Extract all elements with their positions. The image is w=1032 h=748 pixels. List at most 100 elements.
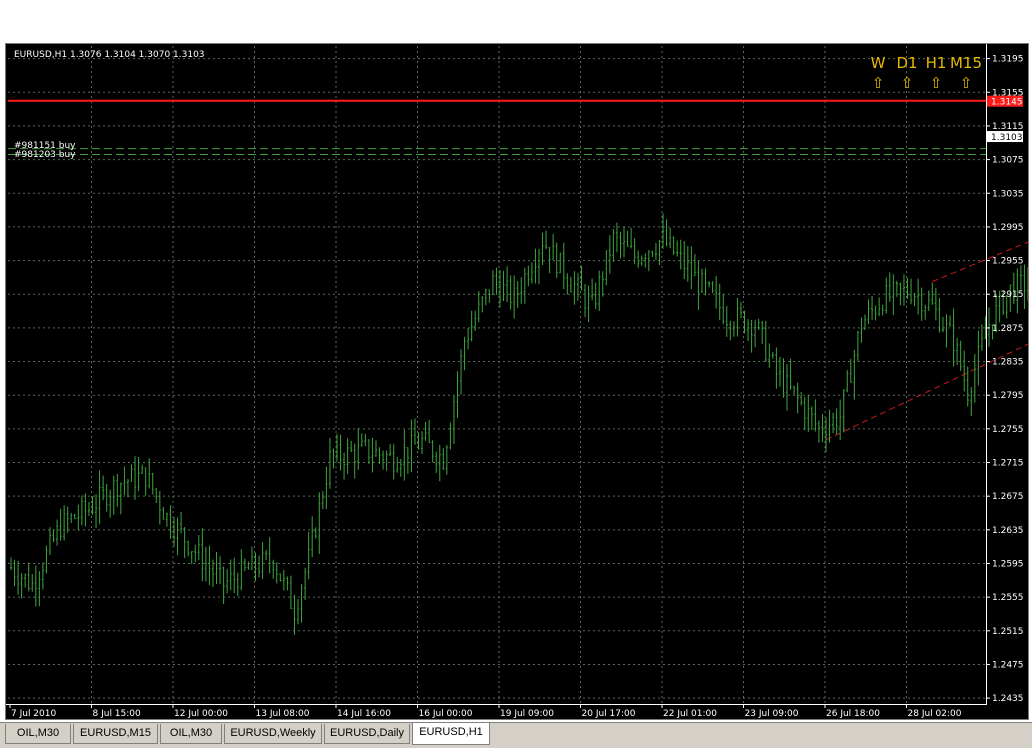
price-tick-label: 1.3075 — [992, 156, 1024, 166]
price-tick-label: 1.2755 — [992, 425, 1024, 435]
candle — [45, 545, 48, 574]
candle — [513, 275, 516, 319]
chart-window[interactable]: 1.31451.31032010.07.29 17:00 1.31951.315… — [5, 43, 1029, 720]
candle — [424, 421, 427, 441]
candle — [573, 271, 576, 305]
candle — [84, 493, 87, 527]
candle — [24, 573, 27, 588]
candle — [481, 296, 484, 313]
candle — [467, 327, 470, 350]
candle — [566, 273, 569, 295]
order-label-2[interactable]: #981203 buy — [14, 150, 76, 160]
candle — [38, 571, 41, 607]
candle — [839, 399, 842, 441]
candle — [233, 557, 236, 593]
candle — [34, 565, 37, 607]
candle — [793, 386, 796, 396]
candle — [555, 242, 558, 279]
candle — [970, 387, 973, 417]
candle — [523, 267, 526, 304]
chart-grid — [8, 46, 986, 704]
time-tick-label: 26 Jul 18:00 — [826, 709, 880, 719]
candle — [201, 528, 204, 582]
candle — [988, 307, 990, 347]
candle — [183, 527, 186, 559]
candle — [949, 315, 952, 327]
candle — [77, 504, 80, 531]
candle — [169, 505, 172, 539]
candle — [240, 549, 243, 591]
candle — [258, 555, 261, 578]
candle — [545, 230, 548, 250]
tab-eurusd-daily[interactable]: EURUSD,Daily — [324, 724, 410, 744]
candle — [771, 352, 774, 359]
candle — [59, 508, 62, 541]
price-tick-label: 1.2875 — [992, 324, 1024, 334]
price-tick-label: 1.2435 — [992, 694, 1024, 704]
candle — [786, 364, 789, 411]
candle — [651, 250, 654, 257]
price-tick-label: 1.3195 — [992, 55, 1024, 65]
candle — [421, 431, 424, 454]
candle — [576, 273, 579, 301]
time-tick-label: 20 Jul 17:00 — [582, 709, 636, 719]
tab-eurusd-weekly[interactable]: EURUSD,Weekly — [224, 724, 322, 744]
candle — [463, 336, 466, 371]
candle — [98, 470, 101, 525]
candle — [807, 394, 810, 432]
channel-line — [825, 343, 1028, 441]
candle — [410, 419, 413, 473]
candle — [711, 281, 714, 294]
candle — [442, 448, 445, 471]
chart-tab-bar: OIL,M30 EURUSD,M15 OIL,M30 EURUSD,Weekly… — [0, 722, 1032, 748]
candle — [378, 447, 381, 464]
candle — [594, 282, 597, 310]
candle — [357, 428, 360, 470]
candle — [945, 314, 948, 348]
candle — [679, 239, 682, 270]
candle — [867, 299, 870, 325]
candle — [353, 443, 356, 479]
candle — [484, 288, 487, 306]
candle — [300, 584, 303, 623]
tab-oil-m30[interactable]: OIL,M30 — [5, 724, 71, 744]
candle — [927, 290, 930, 312]
candle — [938, 297, 941, 333]
chart-header: EURUSD,H1 1.3076 1.3104 1.3070 1.3103 — [14, 50, 205, 60]
candle — [116, 474, 119, 507]
candle — [902, 274, 905, 306]
price-tick-label: 1.2995 — [992, 223, 1024, 233]
candle — [552, 233, 555, 260]
candle — [849, 358, 852, 383]
candle — [934, 287, 937, 321]
candle — [506, 266, 509, 303]
candle — [219, 556, 222, 585]
candle — [509, 275, 512, 310]
candle — [297, 599, 300, 625]
candle — [229, 559, 232, 591]
candle — [761, 321, 764, 344]
candle — [325, 466, 328, 510]
candle — [307, 531, 310, 580]
candle — [623, 226, 626, 258]
timeframe-indicators: W D1 H1 M15 ⇧ ⇧ ⇧ ⇧ — [871, 54, 982, 92]
candle — [158, 490, 161, 525]
price-chart[interactable]: 1.31451.31032010.07.29 17:00 1.31951.315… — [6, 44, 1028, 719]
time-tick-label: 12 Jul 00:00 — [174, 709, 228, 719]
candle — [739, 301, 742, 319]
up-arrow-icon: ⇧ — [901, 74, 914, 92]
candle — [187, 540, 190, 557]
tab-eurusd-m15[interactable]: EURUSD,M15 — [73, 724, 158, 744]
tab-oil-m30-2[interactable]: OIL,M30 — [160, 724, 222, 744]
tab-eurusd-h1[interactable]: EURUSD,H1 — [412, 723, 490, 745]
price-tick-label: 1.2795 — [992, 391, 1024, 401]
candle — [846, 370, 849, 393]
candle — [537, 248, 540, 285]
candle — [658, 239, 661, 266]
candle — [314, 527, 317, 539]
candle — [520, 277, 523, 304]
current-price-label: 1.3103 — [991, 133, 1023, 143]
candle — [878, 297, 881, 317]
candle — [810, 406, 813, 431]
candle — [669, 227, 672, 249]
